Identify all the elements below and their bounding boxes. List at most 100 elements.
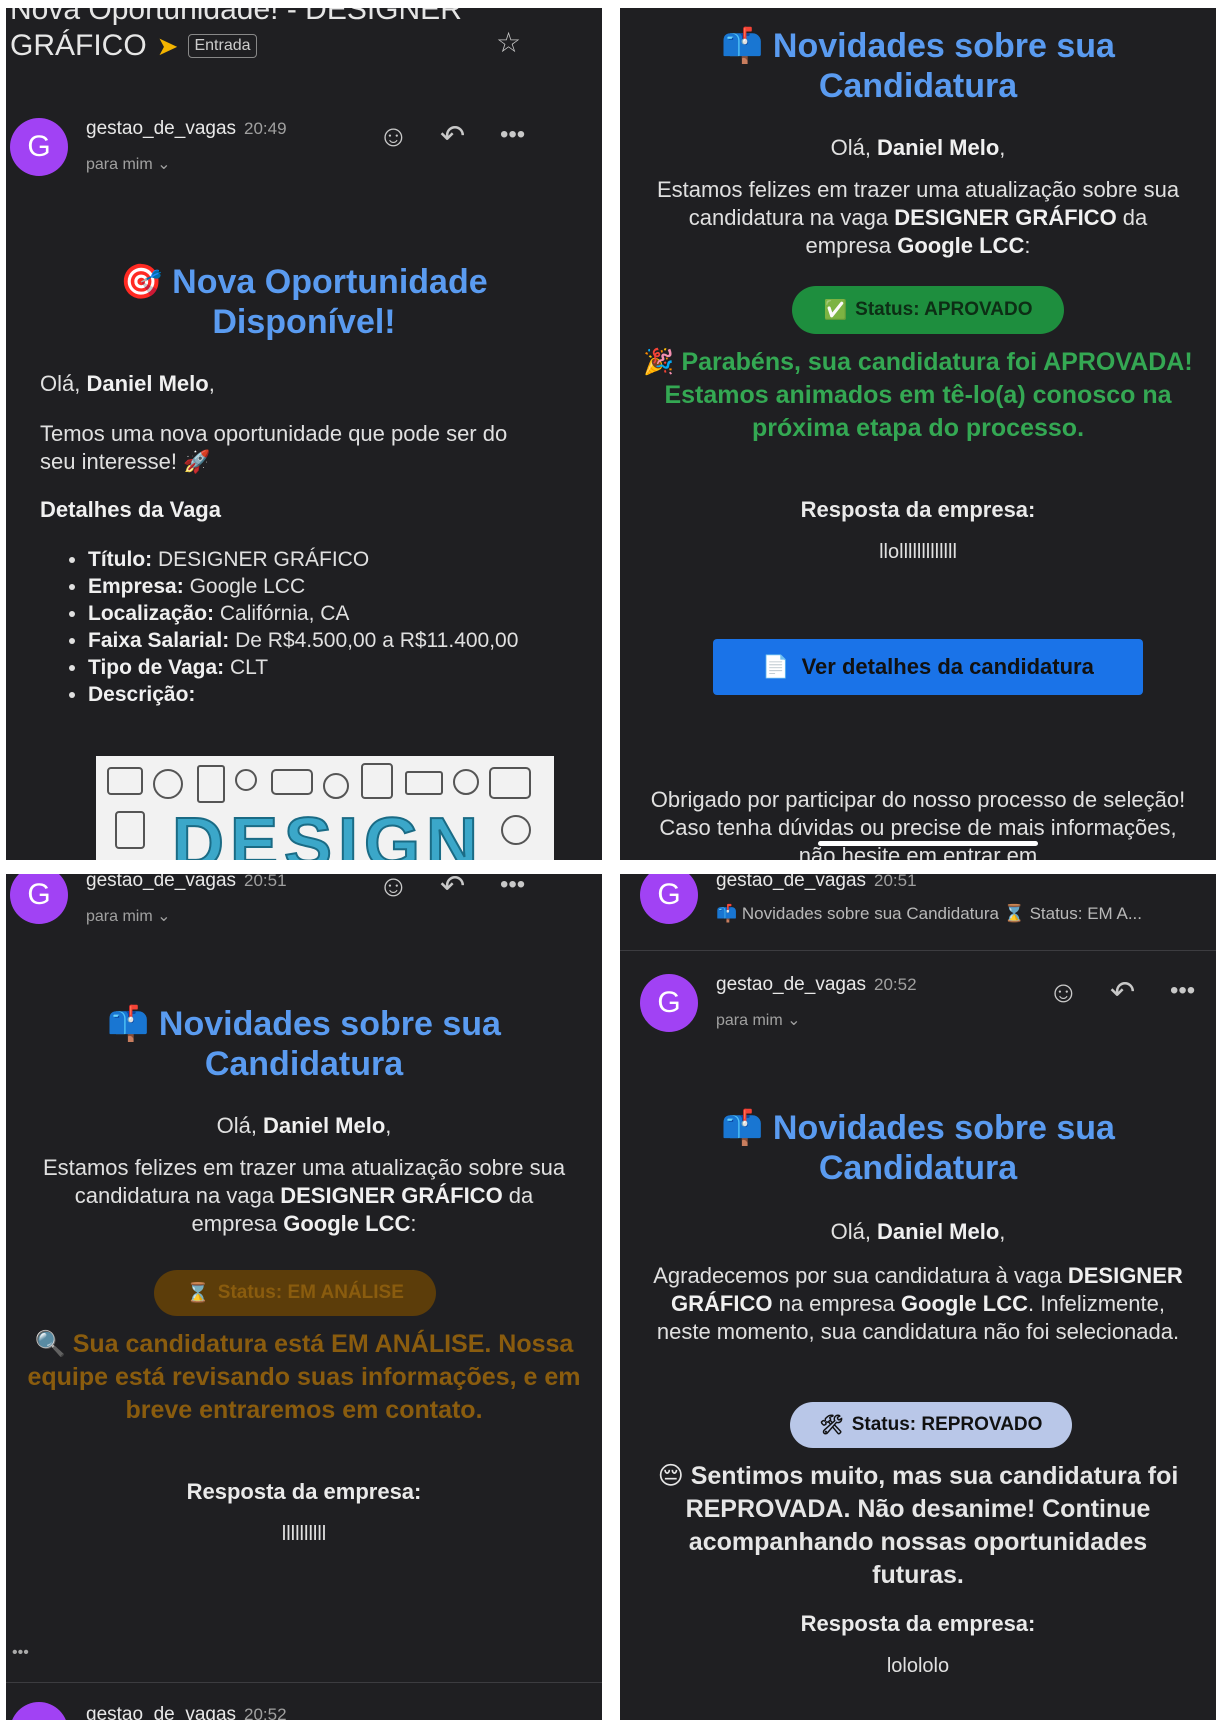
smiley-icon[interactable]: ☺	[378, 122, 409, 152]
detail-value: CLT	[230, 656, 269, 679]
more-icon[interactable]: •••	[500, 120, 525, 150]
status-message: 🎉 Parabéns, sua candidatura foi APROVADA…	[640, 346, 1196, 445]
list-item: Localização: Califórnia, CA	[88, 600, 568, 627]
job-description-image[interactable]: DESIGN	[96, 756, 554, 860]
page-icon: 📄	[762, 654, 790, 679]
recipient-dropdown[interactable]: para mim ⌄	[86, 154, 171, 174]
reply-icon[interactable]: ↶	[440, 122, 465, 152]
sender-name[interactable]: gestao_de_vagas	[86, 874, 236, 891]
heading-line-2: Candidatura	[818, 67, 1018, 105]
cta-label: Ver detalhes da candidatura	[801, 654, 1094, 679]
detail-label: Título:	[88, 548, 153, 571]
divider	[620, 950, 1216, 951]
subject-line-2: GRÁFICO	[10, 29, 147, 62]
mailbox-icon: 📫	[107, 1005, 150, 1043]
heading-line-1: Nova Oportunidade	[172, 263, 488, 301]
reply-icon[interactable]: ↶	[440, 874, 465, 902]
status-text: Status: REPROVADO	[851, 1414, 1043, 1435]
status-message-text: Sua candidatura está EM ANÁLISE. Nossa e…	[27, 1330, 581, 1424]
list-item: Descrição:	[88, 681, 568, 708]
avatar: G	[10, 118, 68, 176]
chevron-down-icon: ⌄	[157, 156, 171, 173]
email-heading: 📫 Novidades sobre sua Candidatura	[620, 26, 1216, 106]
email-panel-approved: 📫 Novidades sobre sua Candidatura Olá, D…	[620, 8, 1216, 860]
status-message: 😔 Sentimos muito, mas sua candidatura fo…	[640, 1460, 1196, 1592]
rejection-text-a: Agradecemos por sua candidatura à vaga	[653, 1263, 1068, 1288]
update-text-c: :	[410, 1211, 417, 1236]
detail-value: DESIGNER GRÁFICO	[157, 548, 370, 571]
subject-line-2-row: GRÁFICO ➤ Entrada	[10, 28, 462, 64]
intro-sentence: Temos uma nova oportunidade que pode ser…	[40, 421, 508, 474]
greeting-suffix: ,	[208, 371, 215, 396]
avatar: G	[10, 874, 68, 924]
timestamp: 20:51	[874, 874, 917, 890]
timestamp: 20:52	[874, 975, 917, 994]
detail-label: Localização:	[88, 602, 215, 625]
sender-name[interactable]: gestao_de_vagas	[716, 974, 866, 995]
list-item: Título: DESIGNER GRÁFICO	[88, 546, 568, 573]
sender-row: gestao_de_vagas 20:52	[716, 974, 917, 996]
recipient-name: Daniel Melo	[877, 135, 1000, 160]
sender-name[interactable]: gestao_de_vagas	[86, 118, 236, 139]
snippet-text: Novidades sobre sua Candidatura ⌛ Status…	[741, 904, 1143, 923]
detail-label: Empresa:	[88, 575, 184, 598]
recipient-name: Daniel Melo	[263, 1113, 386, 1138]
intro-text: Temos uma nova oportunidade que pode ser…	[40, 420, 520, 476]
pensive-face-icon: 😔	[657, 1462, 684, 1490]
rocket-icon: 🚀	[183, 449, 211, 474]
smiley-icon[interactable]: ☺	[378, 874, 409, 902]
smiley-icon[interactable]: ☺	[1048, 978, 1079, 1008]
next-sender-row: gestao_de_vagas 20:52	[86, 1704, 287, 1720]
inbox-label[interactable]: Entrada	[188, 34, 257, 58]
email-panel-in-analysis: G gestao_de_vagas 20:51 para mim ⌄ ☺ ↶ ••…	[6, 874, 602, 1720]
avatar: G	[640, 874, 698, 924]
greeting-suffix: ,	[999, 1219, 1006, 1244]
company-name: Google LCC	[900, 1291, 1028, 1316]
job-details-list: Título: DESIGNER GRÁFICO Empresa: Google…	[64, 546, 568, 708]
recipient-label: para mim	[86, 156, 153, 173]
company-name: Google LCC	[283, 1211, 411, 1236]
party-popper-icon: 🎉	[643, 348, 675, 376]
rejection-text-b: na empresa	[772, 1291, 901, 1316]
view-application-button[interactable]: 📄 Ver detalhes da candidatura	[713, 639, 1143, 695]
list-item: Tipo de Vaga: CLT	[88, 654, 568, 681]
timestamp: 20:51	[244, 874, 287, 890]
avatar-next	[10, 1702, 68, 1720]
email-heading: 📫 Novidades sobre sua Candidatura	[620, 1108, 1216, 1188]
collapsed-snippet[interactable]: 📫 Novidades sobre sua Candidatura ⌛ Stat…	[716, 904, 1142, 924]
list-item: Faixa Salarial: De R$4.500,00 a R$11.400…	[88, 627, 568, 654]
detail-label: Tipo de Vaga:	[88, 656, 225, 679]
recipient-dropdown[interactable]: para mim ⌄	[86, 906, 171, 926]
more-icon[interactable]: •••	[500, 874, 525, 900]
job-title: DESIGNER GRÁFICO	[280, 1183, 503, 1208]
reply-icon[interactable]: ↶	[1110, 978, 1135, 1008]
greeting: Olá, Daniel Melo,	[36, 1112, 572, 1140]
show-trimmed-content-button[interactable]: •••	[12, 1644, 29, 1662]
recipient-name: Daniel Melo	[877, 1219, 1000, 1244]
sender-name: gestao_de_vagas	[716, 874, 867, 891]
rejection-text: Agradecemos por sua candidatura à vaga D…	[650, 1262, 1186, 1346]
heading-line-1: Novidades sobre sua	[772, 1109, 1115, 1147]
footer-text: Obrigado por participar do nosso process…	[650, 787, 1186, 860]
status-badge: 🛠 Status: REPROVADO	[790, 1402, 1072, 1448]
recipient-dropdown[interactable]: para mim ⌄	[716, 1010, 801, 1030]
recipient-label: para mim	[716, 1012, 783, 1029]
collapsed-sender-row[interactable]: gestao_de_vagas 20:51	[716, 874, 917, 892]
chevron-down-icon: ⌄	[787, 1012, 801, 1029]
detail-value: Califórnia, CA	[219, 602, 350, 625]
star-icon[interactable]: ☆	[496, 28, 521, 58]
sender-name[interactable]: gestao_de_vagas	[86, 1704, 236, 1720]
greeting-suffix: ,	[385, 1113, 392, 1138]
detail-label: Descrição:	[88, 683, 196, 706]
status-badge: ✅ Status: APROVADO	[792, 286, 1064, 334]
important-marker-icon[interactable]: ➤	[157, 28, 179, 64]
job-title: DESIGNER GRÁFICO	[894, 205, 1117, 230]
company-name: Google LCC	[897, 233, 1025, 258]
timestamp: 20:52	[244, 1705, 287, 1720]
more-icon[interactable]: •••	[1170, 976, 1195, 1006]
heading-line-2: Candidatura	[204, 1045, 404, 1083]
status-text: Status: EM ANÁLISE	[217, 1282, 404, 1303]
magnifier-icon: 🔍	[34, 1330, 66, 1358]
mailbox-icon: 📫	[721, 27, 764, 65]
company-response: llolllllllllllll	[879, 541, 957, 563]
